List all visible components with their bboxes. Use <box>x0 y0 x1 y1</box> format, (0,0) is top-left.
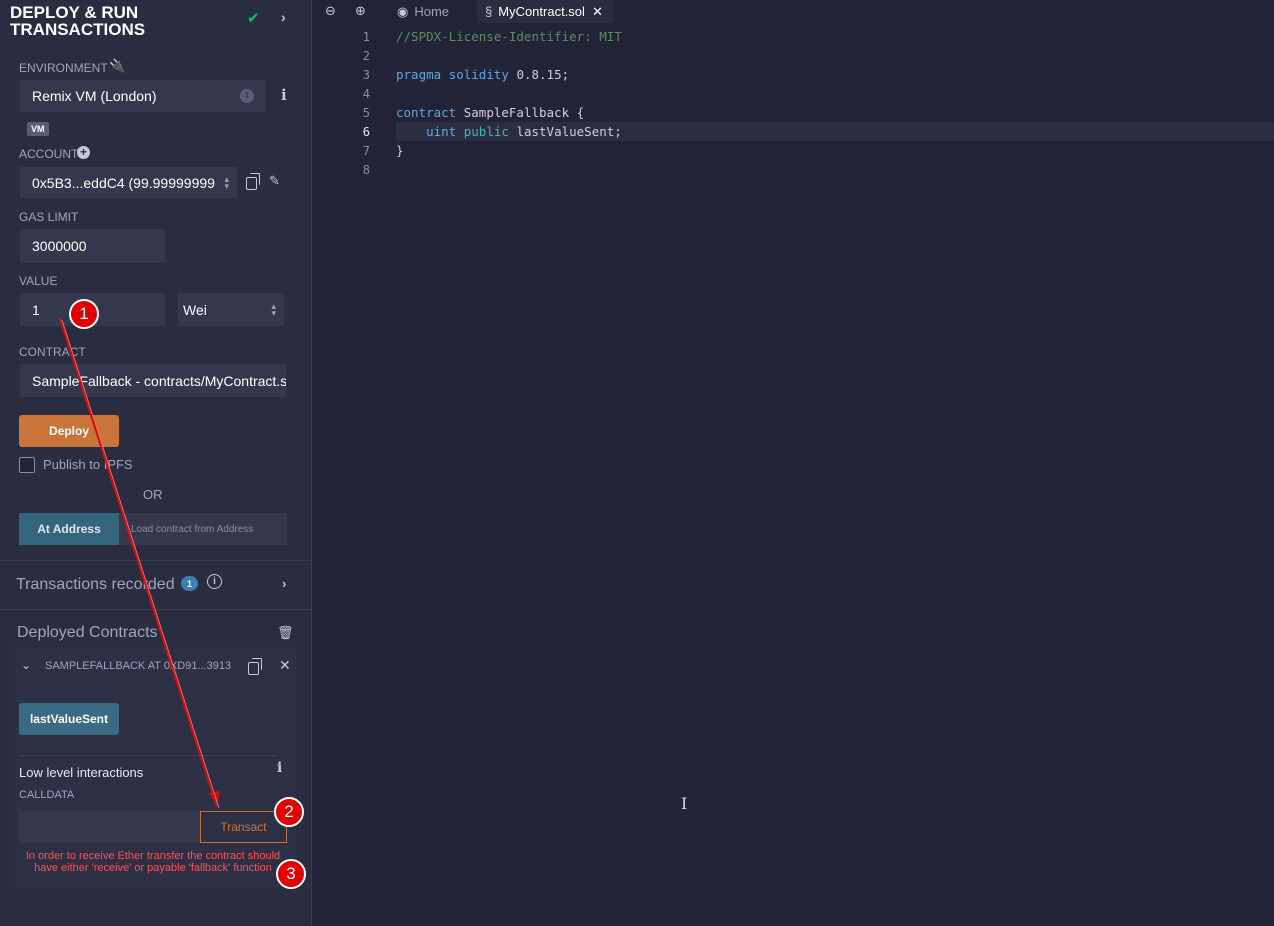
contract-select[interactable]: SampleFallback - contracts/MyContract.so… <box>19 363 287 398</box>
edit-icon[interactable]: ✎ <box>269 173 280 189</box>
info-icon[interactable]: i <box>277 760 282 776</box>
deploy-button[interactable]: Deploy <box>19 415 119 447</box>
plug-icon: 🔌 <box>109 58 126 73</box>
environment-select[interactable]: Remix VM (London) ⇕ <box>19 79 267 113</box>
code-line: uint public lastValueSent; <box>426 124 622 139</box>
text-cursor-icon: I <box>681 794 688 813</box>
tab-bar: ⊖ ⊕ ◉ Home § MyContract.sol ✕ <box>313 0 1274 23</box>
transactions-recorded-section[interactable]: Transactions recorded 1 i › <box>0 560 312 610</box>
add-account-icon[interactable]: + <box>77 146 90 159</box>
gas-limit-input[interactable]: 3000000 <box>19 228 166 264</box>
code-editor[interactable]: //SPDX-License-Identifier: MIT pragma so… <box>396 23 1274 926</box>
calldata-input[interactable] <box>19 811 201 843</box>
code-line: //SPDX-License-Identifier: MIT <box>396 29 622 44</box>
select-arrows-icon: ▴ ▾ <box>271 300 276 318</box>
select-arrows-icon: ⇕ <box>240 89 254 103</box>
zoom-out-icon[interactable]: ⊖ <box>325 3 336 19</box>
chevron-right-icon[interactable]: › <box>281 9 286 25</box>
chevron-down-icon[interactable]: ⌄ <box>21 658 31 672</box>
code-line: contract SampleFallback { <box>396 105 585 120</box>
deployed-contract-card: ⌄ SAMPLEFALLBACK AT 0XD91...3913 ✕ lastV… <box>9 647 297 888</box>
info-icon[interactable]: i <box>281 86 287 104</box>
close-icon[interactable]: ✕ <box>279 657 291 674</box>
line-number: 2 <box>362 49 370 63</box>
check-icon: ✔ <box>247 10 260 27</box>
deployed-contracts-title: Deployed Contracts <box>17 624 158 641</box>
error-message: In order to receive Ether transfer the c… <box>25 850 281 874</box>
transactions-count-badge: 1 <box>181 576 198 591</box>
line-number: 4 <box>362 87 370 101</box>
environment-label: ENVIRONMENT <box>19 61 108 75</box>
annotation-marker-3: 3 <box>276 859 306 889</box>
value-unit: Wei <box>183 301 207 318</box>
line-number-gutter: 1 2 3 4 5 6 7 8 <box>313 23 396 926</box>
copy-icon[interactable] <box>248 658 262 675</box>
select-arrows-icon: ▴ ▾ <box>221 174 229 190</box>
low-level-interactions-title: Low level interactions <box>19 765 144 780</box>
panel-title: DEPLOY & RUN TRANSACTIONS <box>10 3 146 39</box>
account-label: ACCOUNT <box>19 147 79 161</box>
copy-icon[interactable] <box>246 173 260 190</box>
close-tab-icon[interactable]: ✕ <box>592 4 603 20</box>
editor-area: ⊖ ⊕ ◉ Home § MyContract.sol ✕ 1 2 3 4 5 … <box>313 0 1274 926</box>
value-value: 1 <box>32 301 40 318</box>
trash-icon[interactable]: 🗑 <box>277 625 294 641</box>
info-circle-icon[interactable]: i <box>207 574 222 589</box>
line-number: 6 <box>362 125 370 139</box>
line-number: 3 <box>362 68 370 82</box>
annotation-marker-2: 2 <box>274 797 304 827</box>
deployed-contract-header[interactable]: ⌄ SAMPLEFALLBACK AT 0XD91...3913 ✕ <box>9 647 297 685</box>
annotation-marker-1: 1 <box>69 299 99 329</box>
publish-ipfs-label: Publish to IPFS <box>43 457 133 472</box>
tab-home-label: Home <box>414 4 450 19</box>
zoom-in-icon[interactable]: ⊕ <box>355 3 366 19</box>
tab-mycontract[interactable]: § MyContract.sol ✕ <box>477 0 613 23</box>
chevron-right-icon[interactable]: › <box>282 576 286 591</box>
tab-mycontract-label: MyContract.sol <box>498 4 585 19</box>
code-line: } <box>396 143 404 158</box>
calldata-label: CALLDATA <box>19 789 75 801</box>
account-value: 0x5B3...eddC4 (99.99999999 <box>32 174 215 191</box>
at-address-input[interactable]: Load contract from Address <box>119 513 287 545</box>
deployed-contract-name: SAMPLEFALLBACK AT 0XD91...3913 <box>45 660 232 672</box>
at-address-button[interactable]: At Address <box>19 513 119 545</box>
deploy-run-panel: DEPLOY & RUN TRANSACTIONS ✔ › ENVIRONMEN… <box>0 0 312 926</box>
gas-limit-value: 3000000 <box>32 238 87 254</box>
divider <box>19 755 277 756</box>
gas-limit-label: GAS LIMIT <box>19 210 79 224</box>
code-line: pragma solidity 0.8.15; <box>396 67 570 82</box>
solidity-icon: § <box>485 4 493 19</box>
line-number: 5 <box>362 106 370 120</box>
contract-label: CONTRACT <box>19 345 86 359</box>
transactions-recorded-title: Transactions recorded <box>16 576 175 593</box>
tab-home[interactable]: ◉ Home <box>389 0 457 23</box>
line-number: 1 <box>362 30 370 44</box>
environment-value: Remix VM (London) <box>32 88 157 104</box>
or-text: OR <box>143 487 163 502</box>
line-number: 7 <box>362 144 370 158</box>
account-select[interactable]: 0x5B3...eddC4 (99.99999999 ▴ ▾ <box>19 166 238 199</box>
home-icon: ◉ <box>397 3 409 19</box>
line-number: 8 <box>362 163 370 177</box>
last-value-sent-button[interactable]: lastValueSent <box>19 703 119 735</box>
value-label: VALUE <box>19 274 58 288</box>
vm-badge: VM <box>27 122 49 136</box>
contract-value: SampleFallback - contracts/MyContract.so… <box>32 372 287 389</box>
at-address-placeholder: Load contract from Address <box>131 523 254 535</box>
publish-ipfs-checkbox[interactable] <box>19 457 35 473</box>
value-unit-select[interactable]: Wei ▴ ▾ <box>177 292 285 327</box>
